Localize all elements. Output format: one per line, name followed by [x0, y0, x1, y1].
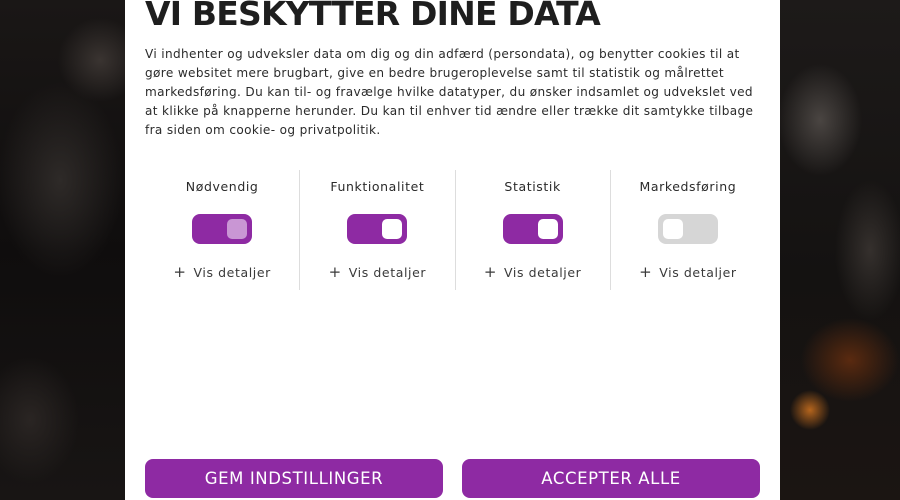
details-label: Vis detaljer — [659, 265, 737, 280]
plus-icon: + — [483, 263, 497, 281]
details-label: Vis detaljer — [193, 265, 271, 280]
dialog-intro-text: Vi indhenter og udveksler data om dig og… — [145, 47, 754, 137]
toggle-marketing[interactable] — [657, 214, 718, 244]
category-label: Funktionalitet — [330, 179, 425, 194]
plus-icon: + — [328, 263, 342, 281]
show-details-statistics[interactable]: + Vis detaljer — [456, 263, 610, 281]
toggle-statistics[interactable] — [502, 214, 563, 244]
background-image-right — [780, 0, 900, 500]
toggle-necessary[interactable] — [192, 214, 253, 244]
category-marketing: Markedsføring + Vis detaljer — [609, 170, 765, 290]
consent-categories: Nødvendig + Vis detaljer Funktionalitet +… — [145, 170, 765, 290]
show-details-marketing[interactable]: + Vis detaljer — [611, 263, 765, 281]
toggle-knob — [227, 219, 248, 239]
toggle-knob — [382, 219, 403, 239]
plus-icon: + — [173, 263, 187, 281]
accept-all-button[interactable]: ACCEPTER ALLE — [462, 459, 760, 498]
dialog-title: VI BESKYTTER DINE DATA — [145, 0, 601, 33]
category-functionality: Funktionalitet + Vis detaljer — [299, 170, 454, 290]
show-details-functionality[interactable]: + Vis detaljer — [300, 263, 454, 281]
category-statistics: Statistik + Vis detaljer — [454, 170, 610, 290]
toggle-knob — [537, 219, 558, 239]
background-image-left — [0, 0, 125, 500]
plus-icon: + — [639, 263, 653, 281]
category-necessary: Nødvendig + Vis detaljer — [145, 170, 299, 290]
show-details-necessary[interactable]: + Vis detaljer — [145, 263, 299, 281]
toggle-functionality[interactable] — [347, 214, 408, 244]
toggle-knob — [662, 219, 683, 239]
category-label: Markedsføring — [639, 179, 737, 194]
category-label: Statistik — [504, 179, 561, 194]
details-label: Vis detaljer — [348, 265, 427, 280]
category-label: Nødvendig — [185, 179, 259, 194]
details-label: Vis detaljer — [504, 265, 582, 280]
cookie-consent-dialog: VI BESKYTTER DINE DATA Vi indhenter og u… — [125, 0, 780, 500]
save-settings-button[interactable]: GEM INDSTILLINGER — [145, 459, 443, 498]
